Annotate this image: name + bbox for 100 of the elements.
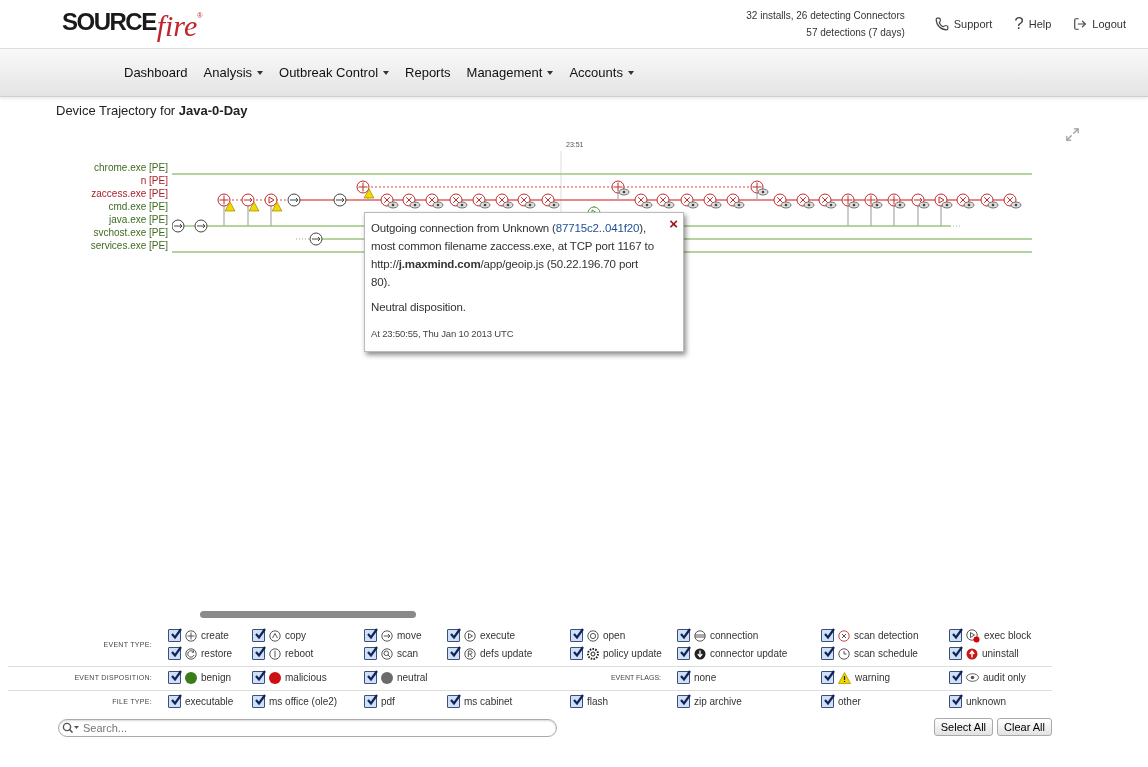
event-icon[interactable] <box>818 193 837 209</box>
checkbox[interactable] <box>949 671 962 684</box>
checkbox[interactable] <box>821 695 834 708</box>
event-icon[interactable] <box>472 193 491 209</box>
lane-label: zaccess.exe [PE] <box>91 187 168 200</box>
checkbox[interactable] <box>821 647 834 660</box>
event-icon[interactable] <box>956 193 975 209</box>
event-icon[interactable] <box>611 180 630 196</box>
scrollbar-thumb[interactable] <box>200 611 416 618</box>
arrow-circle-icon <box>381 629 393 642</box>
checkbox[interactable] <box>677 671 690 684</box>
event-icon[interactable] <box>1003 193 1022 209</box>
hash-link[interactable]: 87715c2..041f20 <box>555 222 640 234</box>
checkbox[interactable] <box>821 629 834 642</box>
event-icon[interactable] <box>380 193 399 209</box>
event-icon[interactable] <box>750 180 769 196</box>
search-icon <box>62 722 80 733</box>
event-icon[interactable] <box>287 193 301 207</box>
event-icon[interactable] <box>172 219 185 233</box>
checkbox[interactable] <box>821 671 834 684</box>
event-icon[interactable] <box>980 193 999 209</box>
logout-icon <box>1073 17 1088 31</box>
checkbox[interactable] <box>364 695 377 708</box>
checkbox[interactable] <box>252 695 265 708</box>
event-icon[interactable] <box>309 232 323 246</box>
checkbox[interactable] <box>949 647 962 660</box>
checkbox[interactable] <box>570 629 583 642</box>
event-icon[interactable] <box>634 193 653 209</box>
option-label: scan detection <box>854 630 919 641</box>
option-label: connector update <box>710 648 788 659</box>
nav-item[interactable]: Analysis <box>195 65 272 80</box>
header-link[interactable]: Logout <box>1073 17 1126 31</box>
equals-circle-icon <box>694 629 706 642</box>
option-label: unknown <box>966 696 1007 707</box>
event-icon[interactable] <box>541 193 560 209</box>
action-button[interactable]: Clear All <box>997 718 1052 736</box>
nav-item[interactable]: Dashboard <box>116 65 196 80</box>
event-icon[interactable] <box>217 193 236 212</box>
checkbox[interactable] <box>252 647 265 660</box>
action-button[interactable]: Select All <box>933 718 994 736</box>
event-icon[interactable] <box>796 193 815 209</box>
event-icon[interactable] <box>495 193 514 209</box>
event-icon[interactable] <box>356 180 375 199</box>
event-icon[interactable] <box>841 193 860 209</box>
nav-item[interactable]: Outbreak Control <box>271 65 398 80</box>
checkbox[interactable] <box>447 629 460 642</box>
nav-item[interactable]: Accounts <box>561 65 642 80</box>
event-icon[interactable] <box>333 193 347 207</box>
option-label: exec block <box>984 630 1032 641</box>
event-icon[interactable] <box>934 193 953 209</box>
checkbox[interactable] <box>168 695 181 708</box>
checkbox[interactable] <box>949 629 962 642</box>
checkbox[interactable] <box>364 671 377 684</box>
checkbox[interactable] <box>949 695 962 708</box>
option-label: neutral <box>397 672 428 683</box>
event-icon[interactable] <box>425 193 444 209</box>
checkbox[interactable] <box>447 647 460 660</box>
nav-item[interactable]: Reports <box>397 65 459 80</box>
checkbox[interactable] <box>168 629 181 642</box>
event-icon[interactable] <box>264 193 283 212</box>
play-circle-icon <box>464 629 476 642</box>
event-icon[interactable] <box>680 193 699 209</box>
clock-icon <box>838 647 850 660</box>
checkbox[interactable] <box>168 671 181 684</box>
checkbox[interactable] <box>252 629 265 642</box>
checkbox[interactable] <box>570 647 583 660</box>
event-icon[interactable] <box>773 193 792 209</box>
checkbox[interactable] <box>364 629 377 642</box>
event-icon[interactable] <box>887 193 906 209</box>
checkbox[interactable] <box>252 671 265 684</box>
header-link[interactable]: ? Help <box>1014 14 1052 34</box>
header-link[interactable]: Support <box>934 17 993 31</box>
checkbox[interactable] <box>677 695 690 708</box>
event-icon[interactable] <box>656 193 675 209</box>
option-label: execute <box>480 630 516 641</box>
checkbox[interactable] <box>168 647 181 660</box>
warning-icon <box>838 671 851 684</box>
plus-circle-icon <box>185 629 197 642</box>
event-icon[interactable] <box>241 193 260 212</box>
expand-icon[interactable] <box>1065 127 1080 142</box>
checkbox[interactable] <box>677 647 690 660</box>
close-button[interactable]: × <box>669 215 678 232</box>
event-icon[interactable] <box>449 193 468 209</box>
search-field[interactable]: Search... <box>58 719 557 737</box>
checkbox[interactable] <box>677 629 690 642</box>
event-icon[interactable] <box>194 219 208 233</box>
event-icon[interactable] <box>911 193 930 209</box>
checkbox[interactable] <box>447 695 460 708</box>
checkbox[interactable] <box>364 647 377 660</box>
event-icon[interactable] <box>517 193 536 209</box>
nav-item[interactable]: Management <box>458 65 562 80</box>
event-icon[interactable] <box>402 193 421 209</box>
tooltip-text: Outgoing connection from Unknown (87715c2..041f20), most common filename zaccess.exe, at TCP port 1167 to http://j.maxmind.com/app/geoip.js (50.22.196.70 port 80). <box>371 221 655 290</box>
eye-icon <box>966 673 979 682</box>
checkbox[interactable] <box>570 695 583 708</box>
event-icon[interactable] <box>726 193 745 209</box>
event-icon[interactable] <box>703 193 722 209</box>
event-icon[interactable] <box>864 193 883 209</box>
option-label: uninstall <box>982 648 1019 659</box>
circular-arrow-icon <box>185 647 197 660</box>
